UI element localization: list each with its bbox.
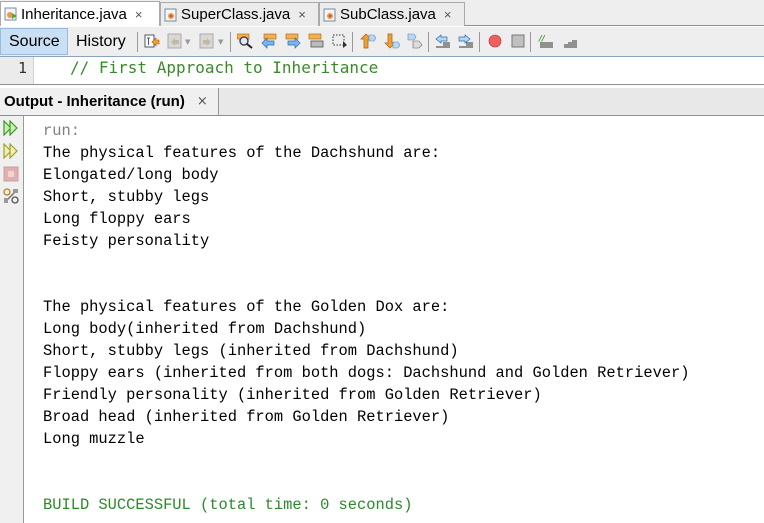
toolbar-separator — [428, 32, 429, 52]
close-icon[interactable]: × — [197, 94, 208, 109]
toolbar-separator — [137, 32, 138, 52]
shift-right-icon[interactable] — [458, 33, 474, 49]
output-line: Friendly personality (inherited from Gol… — [43, 386, 542, 404]
toggle-bookmark-icon[interactable] — [407, 33, 423, 49]
tab-label: SubClass.java — [340, 6, 436, 23]
close-icon[interactable]: × — [444, 7, 452, 22]
close-icon[interactable]: × — [298, 7, 306, 22]
output-line: The physical features of the Golden Dox … — [43, 298, 450, 316]
java-class-icon — [164, 8, 177, 21]
output-line: Short, stubby legs — [43, 188, 210, 206]
tab-label: SuperClass.java — [181, 6, 291, 23]
shift-left-icon[interactable] — [435, 33, 451, 49]
tab-subclass-java[interactable]: SubClass.java × — [319, 2, 465, 26]
toolbar-separator — [530, 32, 531, 52]
settings-icon[interactable] — [3, 188, 19, 204]
rectangle-select-icon[interactable] — [332, 33, 348, 49]
find-next-icon[interactable] — [285, 33, 301, 49]
output-line: Floppy ears (inherited from both dogs: D… — [43, 364, 690, 382]
forward-icon[interactable] — [199, 33, 215, 49]
rerun-icon[interactable] — [3, 120, 19, 136]
output-line: Short, stubby legs (inherited from Dachs… — [43, 342, 459, 360]
find-previous-icon[interactable] — [261, 33, 277, 49]
tab-output-inheritance-run[interactable]: Output - Inheritance (run) × — [0, 88, 219, 115]
line-number-gutter: 1 — [0, 57, 34, 84]
java-class-icon — [323, 8, 336, 21]
next-bookmark-icon[interactable] — [384, 33, 400, 49]
svg-text://: // — [538, 34, 546, 43]
toolbar-separator — [352, 32, 353, 52]
toolbar-separator — [479, 32, 480, 52]
output-line: Elongated/long body — [43, 166, 219, 184]
output-line: Broad head (inherited from Golden Retrie… — [43, 408, 450, 426]
history-view-button[interactable]: History — [68, 28, 134, 55]
line-number: 1 — [17, 59, 27, 77]
toolbar-separator — [230, 32, 231, 52]
toggle-highlight-icon[interactable] — [308, 33, 324, 49]
run-label: run: — [43, 122, 80, 140]
code-line-comment[interactable]: // First Approach to Inheritance — [70, 58, 378, 77]
output-side-toolbar — [0, 116, 24, 523]
output-line: Long muzzle — [43, 430, 145, 448]
stop-icon[interactable] — [3, 166, 19, 182]
find-icon[interactable] — [237, 33, 253, 49]
back-icon[interactable] — [167, 33, 183, 49]
rerun-with-params-icon[interactable] — [3, 143, 19, 159]
output-line: Feisty personality — [43, 232, 210, 250]
back-dropdown-icon[interactable]: ▼ — [185, 38, 190, 46]
tab-superclass-java[interactable]: SuperClass.java × — [160, 2, 319, 26]
uncomment-icon[interactable] — [562, 33, 578, 49]
forward-dropdown-icon[interactable]: ▼ — [218, 38, 223, 46]
output-line: Long body(inherited from Dachshund) — [43, 320, 367, 338]
editor-toolbar: Source History ▼ ▼ // — [0, 27, 764, 57]
last-edit-icon[interactable] — [144, 33, 160, 49]
close-icon[interactable]: × — [135, 7, 143, 22]
stop-macro-icon[interactable] — [510, 33, 526, 49]
output-tab-title: Output - Inheritance (run) — [4, 93, 185, 110]
output-console[interactable]: run: The physical features of the Dachsh… — [25, 116, 764, 523]
comment-icon[interactable]: // — [538, 33, 554, 49]
tab-inheritance-java[interactable]: Inheritance.java × — [0, 1, 160, 26]
java-main-class-icon — [4, 7, 17, 21]
source-view-button[interactable]: Source — [0, 28, 68, 55]
code-editor[interactable]: 1 // First Approach to Inheritance — [0, 57, 764, 85]
editor-tab-bar: Inheritance.java × SuperClass.java × Sub… — [0, 0, 764, 26]
output-tab-bar: Output - Inheritance (run) × — [0, 88, 764, 116]
output-line: The physical features of the Dachshund a… — [43, 144, 441, 162]
start-macro-icon[interactable] — [487, 33, 503, 49]
tab-label: Inheritance.java — [21, 5, 127, 23]
build-status: BUILD SUCCESSFUL (total time: 0 seconds) — [43, 496, 413, 514]
previous-bookmark-icon[interactable] — [360, 33, 376, 49]
output-line: Long floppy ears — [43, 210, 191, 228]
